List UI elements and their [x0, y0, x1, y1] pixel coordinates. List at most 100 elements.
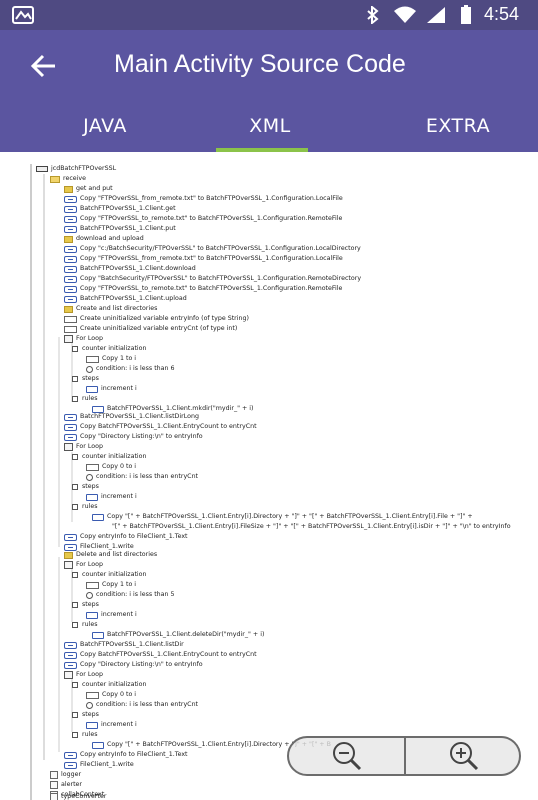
tree-node[interactable]: BatchFTPOverSSL_1.Client.download — [64, 264, 196, 274]
tree-node[interactable]: Copy 1 to i — [86, 354, 136, 364]
tree-node[interactable]: BatchFTPOverSSL_1.Client.listDir — [64, 640, 184, 650]
tree-node[interactable]: Copy "FTPOverSSL_from_remote.txt" to Bat… — [64, 194, 343, 204]
tab-extra[interactable]: EXTRA — [358, 100, 538, 152]
tree-node[interactable]: For Loop — [64, 670, 103, 680]
cp-icon — [64, 433, 77, 441]
tree-node[interactable]: increment i — [86, 492, 137, 502]
arrow-icon — [86, 385, 98, 393]
xml-tree: jcdBatchFTPOverSSL receive get and put Copy… — [0, 152, 538, 800]
var-icon — [86, 355, 99, 363]
tree-node[interactable]: BatchFTPOverSSL_1.Client.upload — [64, 294, 187, 304]
tree-node[interactable]: For Loop — [64, 560, 103, 570]
tree-node-label: Copy "FTPOverSSL_to_remote.txt" to Batch… — [80, 215, 343, 222]
tree-node[interactable]: Copy 0 to i — [86, 690, 136, 700]
tree-node[interactable]: rules — [72, 502, 97, 512]
tree-node[interactable]: typeConverter — [50, 792, 106, 800]
tree-node[interactable]: Copy "Directory Listing:\n" to entryInfo — [64, 432, 203, 442]
back-button[interactable] — [24, 48, 64, 84]
tree-node[interactable]: Copy entryInfo to FileClient_1.Text — [64, 750, 188, 760]
tog-icon — [72, 504, 78, 510]
tree-node-label: counter initialization — [82, 571, 147, 578]
tree-node[interactable]: counter initialization — [72, 452, 147, 462]
tree-node[interactable]: condition: i is less than 6 — [86, 364, 175, 374]
arrow-icon — [92, 741, 104, 749]
tree-node[interactable]: rules — [72, 620, 97, 630]
tree-node-label: condition: i is less than entryCnt — [96, 473, 199, 480]
tree-node[interactable]: rules — [72, 730, 97, 740]
tree-node[interactable]: steps — [72, 710, 99, 720]
wifi-icon — [394, 6, 416, 23]
tree-node[interactable]: BatchFTPOverSSL_1.Client.get — [64, 204, 176, 214]
tree-node[interactable]: Copy "FTPOverSSL_from_remote.txt" to Bat… — [64, 254, 343, 264]
tree-node[interactable]: Copy "FTPOverSSL_to_remote.txt" to Batch… — [64, 214, 342, 224]
tree-node[interactable]: condition: i is less than 5 — [86, 590, 175, 600]
tree-node[interactable]: download and upload — [64, 234, 144, 244]
zoom-in-button[interactable] — [406, 738, 522, 774]
folder-icon — [50, 175, 60, 183]
cp-icon — [64, 205, 77, 213]
zoom-control — [287, 736, 521, 776]
tree-node[interactable]: steps — [72, 600, 99, 610]
tree-node[interactable]: jcdBatchFTPOverSSL — [36, 164, 116, 174]
tree-node-label: alerter — [61, 781, 83, 788]
note-icon — [64, 305, 73, 313]
tree-node-label: steps — [82, 601, 99, 608]
tree-node-label: rules — [82, 731, 98, 738]
tree-node[interactable]: For Loop — [64, 334, 103, 344]
tree-node[interactable]: counter initialization — [72, 680, 147, 690]
tree-node[interactable]: Copy 1 to i — [86, 580, 136, 590]
tree-node[interactable]: get and put — [64, 184, 113, 194]
tree-node[interactable]: alerter — [50, 780, 82, 790]
tree-node-label: typeConverter — [61, 793, 107, 800]
tree-node[interactable]: "[" + BatchFTPOverSSL_1.Client.Entry[i].… — [112, 522, 511, 532]
tree-node[interactable]: Copy "Directory Listing:\n" to entryInfo — [64, 660, 203, 670]
tree-node[interactable]: Copy BatchFTPOverSSL_1.Client.EntryCount… — [64, 650, 257, 660]
tog-icon — [72, 602, 78, 608]
tree-node[interactable]: For Loop — [64, 442, 103, 452]
tree-node[interactable]: increment i — [86, 720, 137, 730]
tree-node[interactable]: Create uninitialized variable entryInfo … — [64, 314, 249, 324]
tree-node[interactable]: condition: i is less than entryCnt — [86, 700, 198, 710]
tree-node[interactable]: FileClient_1.write — [64, 760, 134, 770]
tree-node[interactable]: Create and list directories — [64, 304, 157, 314]
tree-node[interactable]: condition: i is less than entryCnt — [86, 472, 198, 482]
cp-icon — [64, 661, 77, 669]
tree-node-label: rules — [82, 395, 98, 402]
tree-node[interactable]: Copy BatchFTPOverSSL_1.Client.EntryCount… — [64, 422, 257, 432]
note-icon — [64, 235, 73, 243]
tree-node-label: logger — [61, 771, 82, 778]
tree-node[interactable]: Create uninitialized variable entryCnt (… — [64, 324, 237, 334]
tree-node[interactable]: BatchFTPOverSSL_1.Client.deleteDir("mydi… — [92, 630, 264, 640]
tree-node-label: BatchFTPOverSSL_1.Client.listDir — [80, 641, 184, 648]
tree-node[interactable]: increment i — [86, 610, 137, 620]
tree-node[interactable]: Copy "c:/BatchSecurity/FTPOverSSL" to Ba… — [64, 244, 361, 254]
tree-node[interactable]: Copy entryInfo to FileClient_1.Text — [64, 532, 188, 542]
tree-node[interactable]: Delete and list directories — [64, 550, 157, 560]
tree-node[interactable]: Copy "[" + BatchFTPOverSSL_1.Client.Entr… — [92, 512, 473, 522]
tree-node[interactable]: Copy 0 to i — [86, 462, 136, 472]
tree-node[interactable]: rules — [72, 394, 97, 404]
tree-node[interactable]: BatchFTPOverSSL_1.Client.put — [64, 224, 176, 234]
tab-java[interactable]: JAVA — [0, 100, 210, 152]
tree-node[interactable]: steps — [72, 374, 99, 384]
loop-icon — [64, 671, 73, 679]
tree-node[interactable]: BatchFTPOverSSL_1.Client.listDirLong — [64, 412, 199, 422]
tree-node[interactable]: logger — [50, 770, 81, 780]
tree-node[interactable]: receive — [50, 174, 86, 184]
zoom-out-button[interactable] — [289, 738, 405, 774]
tree-node-label: rules — [82, 621, 98, 628]
note-icon — [64, 185, 73, 193]
tab-xml[interactable]: XML — [215, 100, 325, 152]
tree-node-label: counter initialization — [82, 681, 147, 688]
tree-node[interactable]: Copy "BatchSecurity/FTPOverSSL" to Batch… — [64, 274, 361, 284]
tree-node[interactable]: steps — [72, 482, 99, 492]
tree-node-label: For Loop — [76, 335, 103, 342]
tree-node-label: steps — [82, 483, 99, 490]
tree-node[interactable]: increment i — [86, 384, 137, 394]
arrow-icon — [86, 721, 98, 729]
bluetooth-icon — [367, 6, 379, 24]
source-view[interactable]: jcdBatchFTPOverSSL receive get and put Copy… — [0, 152, 538, 800]
tree-node[interactable]: Copy "FTPOverSSL_to_remote.txt" to Batch… — [64, 284, 342, 294]
tree-node[interactable]: counter initialization — [72, 344, 147, 354]
tree-node[interactable]: counter initialization — [72, 570, 147, 580]
